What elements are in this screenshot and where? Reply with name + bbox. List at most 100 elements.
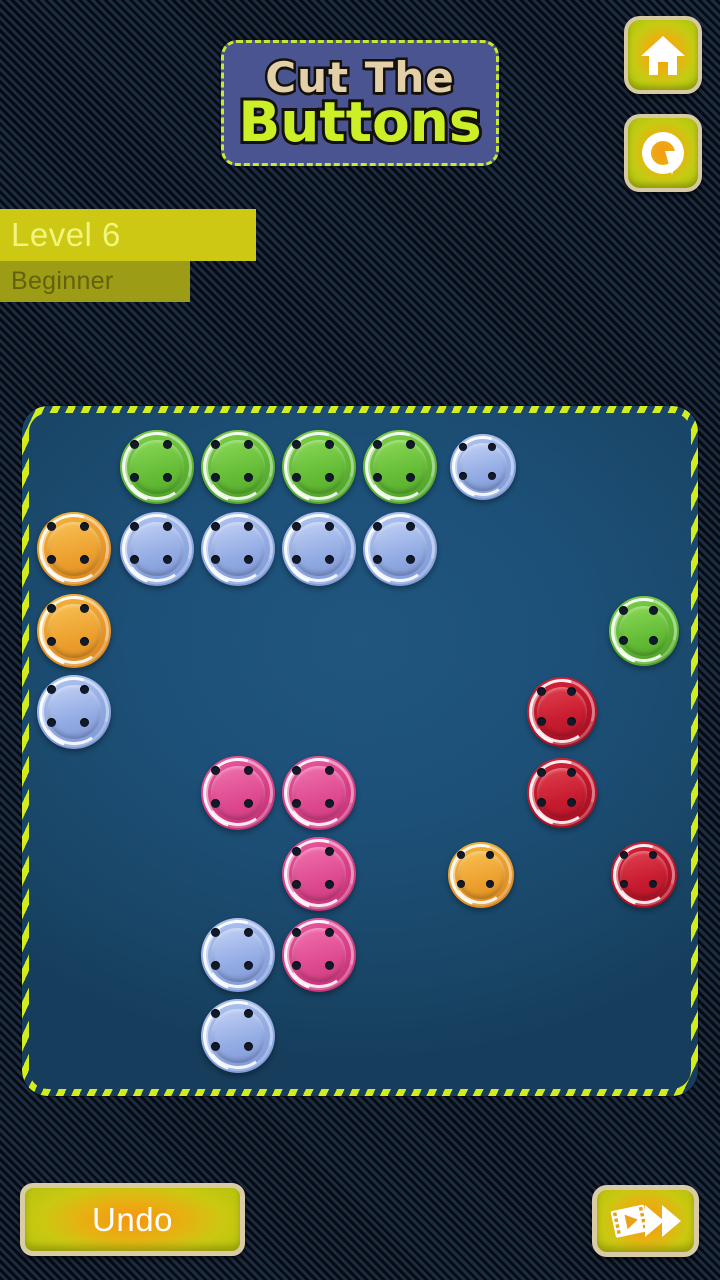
button-hole [324, 522, 334, 532]
difficulty-banner: Beginner [0, 261, 190, 302]
button-hole [373, 522, 383, 532]
game-button-red[interactable] [602, 833, 686, 917]
game-button-green[interactable] [190, 419, 286, 515]
game-button-blue[interactable] [190, 988, 286, 1084]
button-hole [536, 686, 546, 696]
button-hole [243, 1041, 253, 1051]
button-hole [162, 522, 172, 532]
button-hole [211, 798, 221, 808]
button-hole [292, 522, 302, 532]
button-hole [79, 604, 89, 614]
difficulty-label: Beginner [11, 267, 114, 295]
button-face [459, 443, 507, 491]
game-button-pink[interactable] [190, 745, 286, 841]
button-hole [485, 879, 494, 888]
button-hole [130, 554, 140, 564]
button-face [211, 440, 265, 494]
button-face [211, 1009, 265, 1063]
button-hole [459, 471, 468, 480]
button-hole [536, 717, 546, 727]
button-hole [324, 928, 334, 938]
game-button-orange[interactable] [26, 501, 122, 597]
game-button-pink[interactable] [271, 907, 367, 1003]
button-face [292, 766, 346, 820]
game-button-pink[interactable] [271, 745, 367, 841]
game-button-green[interactable] [271, 419, 367, 515]
button-hole [324, 847, 334, 857]
skip-level-button[interactable] [592, 1185, 699, 1257]
button-hole [567, 798, 577, 808]
button-hole [485, 851, 494, 860]
button-hole [487, 471, 496, 480]
button-hole [47, 604, 57, 614]
button-face [620, 851, 668, 899]
button-hole [405, 554, 415, 564]
button-hole [243, 798, 253, 808]
button-hole [162, 472, 172, 482]
game-button-blue[interactable] [441, 425, 525, 509]
button-hole [405, 522, 415, 532]
home-button[interactable] [624, 16, 702, 94]
button-hole [243, 554, 253, 564]
button-hole [618, 605, 628, 615]
button-face [130, 440, 184, 494]
button-hole [292, 879, 302, 889]
button-hole [324, 766, 334, 776]
button-hole [243, 766, 253, 776]
button-hole [292, 798, 302, 808]
game-button-orange[interactable] [439, 833, 523, 917]
button-face [211, 928, 265, 982]
level-label: Level 6 [11, 216, 121, 253]
button-hole [457, 879, 466, 888]
game-button-blue[interactable] [271, 501, 367, 597]
game-button-green[interactable] [352, 419, 448, 515]
button-hole [243, 960, 253, 970]
game-button-green[interactable] [599, 586, 689, 676]
undo-button[interactable]: Undo [20, 1183, 245, 1256]
button-hole [405, 440, 415, 450]
button-hole [162, 554, 172, 564]
game-title-line-2: Buttons [235, 90, 484, 154]
button-hole [79, 522, 89, 532]
button-hole [211, 554, 221, 564]
button-hole [243, 440, 253, 450]
game-button-blue[interactable] [109, 501, 205, 597]
button-hole [324, 554, 334, 564]
restart-icon [639, 129, 687, 177]
button-hole [567, 717, 577, 727]
button-hole [162, 440, 172, 450]
game-button-blue[interactable] [190, 907, 286, 1003]
button-hole [649, 636, 659, 646]
button-face [47, 522, 101, 576]
game-button-blue[interactable] [190, 501, 286, 597]
button-hole [648, 879, 657, 888]
button-face [130, 522, 184, 576]
button-face [47, 685, 101, 739]
play-board[interactable] [22, 406, 698, 1096]
skip-level-icon [609, 1199, 683, 1243]
game-button-green[interactable] [109, 419, 205, 515]
button-hole [649, 605, 659, 615]
button-face [47, 604, 101, 658]
button-hole [648, 851, 657, 860]
game-button-pink[interactable] [271, 826, 367, 922]
game-button-blue[interactable] [352, 501, 448, 597]
button-hole [324, 798, 334, 808]
button-hole [457, 851, 466, 860]
button-hole [324, 960, 334, 970]
game-button-blue[interactable] [26, 664, 122, 760]
restart-button[interactable] [624, 114, 702, 192]
game-button-orange[interactable] [26, 583, 122, 679]
button-hole [487, 443, 496, 452]
game-button-red[interactable] [517, 748, 607, 838]
button-hole [211, 472, 221, 482]
button-hole [292, 472, 302, 482]
home-icon [639, 31, 687, 79]
button-hole [618, 636, 628, 646]
game-button-red[interactable] [517, 667, 607, 757]
button-face [373, 522, 427, 576]
level-banner: Level 6 [0, 209, 256, 261]
button-face [292, 847, 346, 901]
button-face [292, 522, 346, 576]
button-hole [292, 766, 302, 776]
